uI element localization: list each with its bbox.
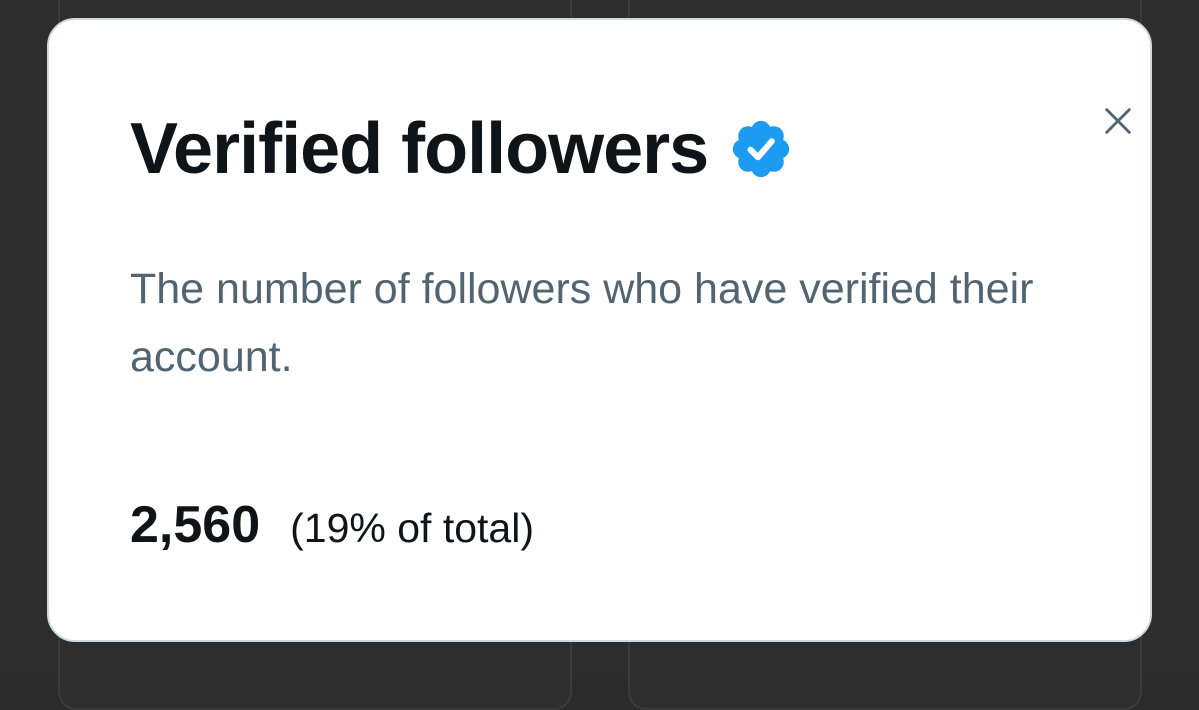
verified-followers-count: 2,560 xyxy=(130,496,261,554)
close-button[interactable] xyxy=(1095,98,1141,144)
stat-row: 2,560 (19% of total) xyxy=(130,495,534,555)
verified-followers-percentage: (19% of total) xyxy=(290,505,534,551)
title-row: Verified followers xyxy=(130,105,794,193)
verified-badge-icon xyxy=(728,116,794,182)
close-icon xyxy=(1105,108,1131,134)
dialog-description: The number of followers who have verifie… xyxy=(130,265,1034,381)
dialog-title: Verified followers xyxy=(130,109,709,189)
